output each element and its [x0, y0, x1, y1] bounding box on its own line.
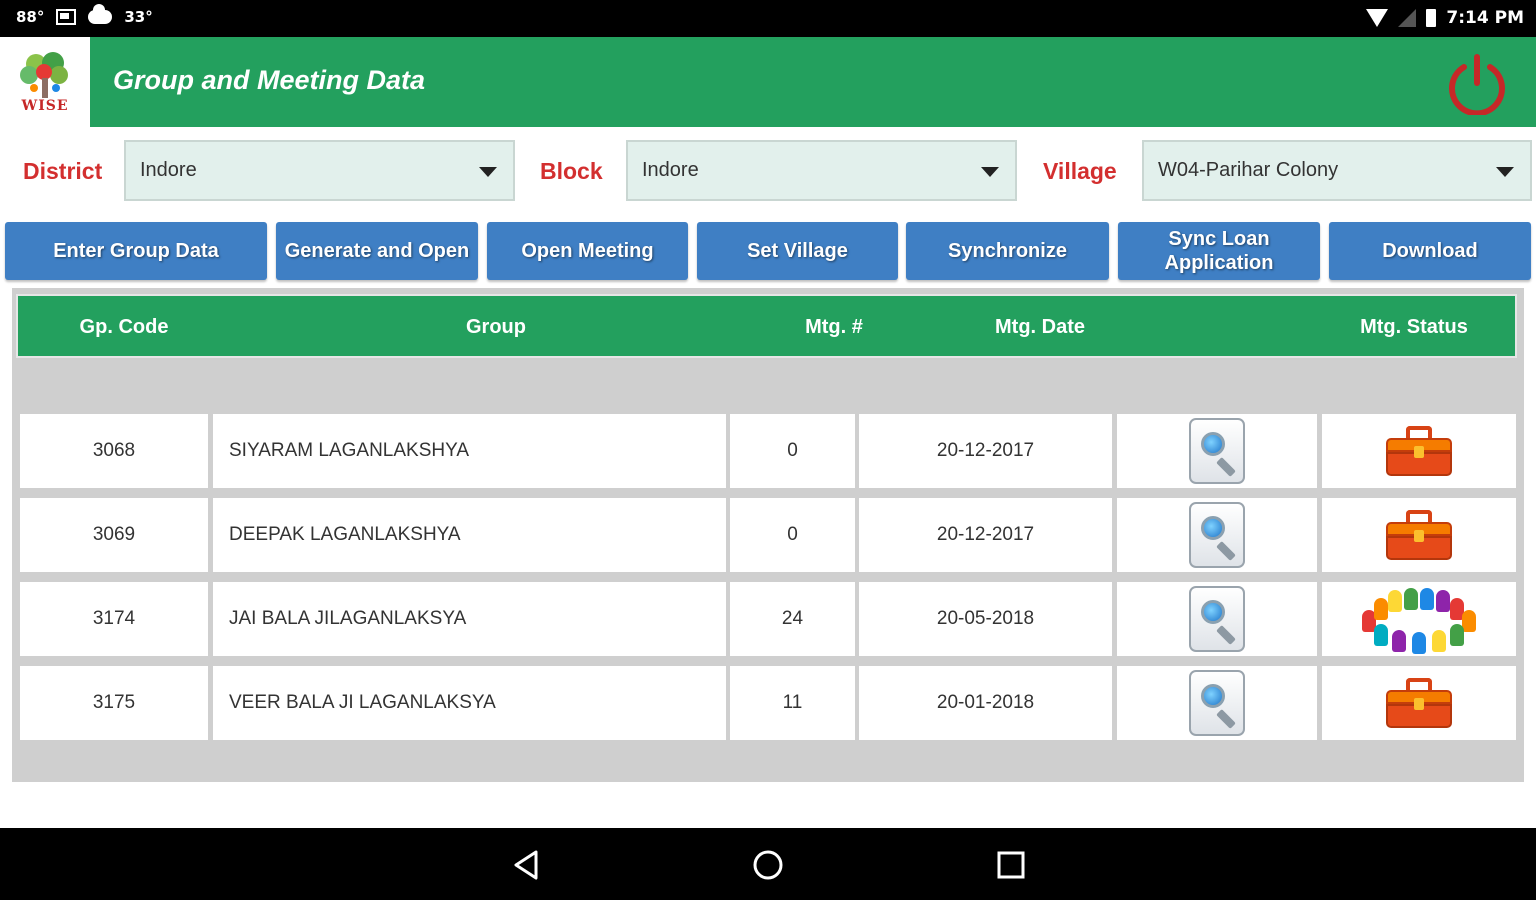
group-name-cell: DEEPAK LAGANLAKSHYA	[213, 498, 726, 572]
status-cell	[1322, 498, 1516, 572]
status-cell	[1322, 414, 1516, 488]
recents-icon[interactable]	[995, 848, 1027, 882]
district-label: District	[23, 158, 103, 184]
status-bar-right: 7:14 PM	[1366, 8, 1524, 28]
power-icon[interactable]	[1446, 53, 1508, 115]
back-icon[interactable]	[510, 848, 544, 882]
set-village-button[interactable]: Set Village	[697, 222, 898, 280]
header-mtg-no: Mtg. #	[805, 316, 863, 338]
group-name-cell: SIYARAM LAGANLAKSHYA	[213, 414, 726, 488]
status-cell	[1322, 666, 1516, 740]
group-name-cell: VEER BALA JI LAGANLAKSYA	[213, 666, 726, 740]
header-mtg-date: Mtg. Date	[995, 316, 1085, 338]
mtg-no-cell: 0	[730, 414, 855, 488]
magnifier-icon[interactable]	[1189, 502, 1245, 568]
table-row[interactable]: 3174 JAI BALA JILAGANLAKSYA 24 20-05-201…	[20, 582, 1516, 660]
clock: 7:14 PM	[1446, 8, 1524, 28]
mtg-no-cell: 11	[730, 666, 855, 740]
mtg-date-cell: 20-05-2018	[859, 582, 1112, 656]
magnifier-icon[interactable]	[1189, 418, 1245, 484]
mtg-date-cell: 20-12-2017	[859, 414, 1112, 488]
weather-temp-text: 33°	[124, 8, 153, 26]
mtg-no-cell: 0	[730, 498, 855, 572]
district-dropdown[interactable]: Indore	[124, 140, 515, 201]
tree-logo-icon	[16, 50, 74, 100]
status-cell	[1322, 582, 1516, 656]
view-cell	[1117, 498, 1317, 572]
village-value: W04-Parihar Colony	[1158, 159, 1339, 181]
view-cell	[1117, 582, 1317, 656]
screenshot-icon	[56, 9, 77, 25]
status-bar: 88° 33° 7:14 PM	[0, 0, 1536, 37]
table-row[interactable]: 3175 VEER BALA JI LAGANLAKSYA 11 20-01-2…	[20, 666, 1516, 744]
chevron-down-icon	[981, 167, 999, 177]
page-title: Group and Meeting Data	[113, 65, 426, 95]
group-table: Gp. Code Group Mtg. # Mtg. Date Mtg. Sta…	[12, 288, 1524, 782]
enter-group-data-button[interactable]: Enter Group Data	[5, 222, 267, 280]
battery-icon	[1426, 9, 1437, 27]
table-row[interactable]: 3069 DEEPAK LAGANLAKSHYA 0 20-12-2017	[20, 498, 1516, 576]
chevron-down-icon	[1496, 167, 1514, 177]
app-bar: WISE Group and Meeting Data	[0, 37, 1536, 127]
download-button[interactable]: Download	[1329, 222, 1531, 280]
magnifier-icon[interactable]	[1189, 670, 1245, 736]
sync-loan-application-button[interactable]: Sync Loan Application	[1118, 222, 1320, 280]
view-cell	[1117, 414, 1317, 488]
people-circle-icon[interactable]	[1354, 586, 1484, 654]
gp-code-cell: 3069	[20, 498, 208, 572]
wifi-icon	[1366, 9, 1389, 27]
toolbox-icon[interactable]	[1386, 510, 1452, 560]
sync-loan-label-line1: Sync Loan	[1168, 228, 1270, 250]
temperature-text: 88°	[16, 8, 45, 26]
sync-loan-label-line2: Application	[1164, 252, 1274, 274]
header-mtg-status: Mtg. Status	[1360, 316, 1468, 338]
table-row[interactable]: 3068 SIYARAM LAGANLAKSHYA 0 20-12-2017	[20, 414, 1516, 492]
mtg-no-cell: 24	[730, 582, 855, 656]
block-value: Indore	[642, 159, 699, 181]
block-label: Block	[540, 158, 603, 184]
district-value: Indore	[140, 159, 197, 181]
header-gp-code: Gp. Code	[79, 316, 169, 338]
status-bar-left: 88° 33°	[16, 4, 153, 26]
village-dropdown[interactable]: W04-Parihar Colony	[1142, 140, 1532, 201]
chevron-down-icon	[479, 167, 497, 177]
synchronize-button[interactable]: Synchronize	[906, 222, 1109, 280]
generate-and-open-button[interactable]: Generate and Open	[276, 222, 478, 280]
cloud-icon	[88, 4, 113, 24]
home-icon[interactable]	[751, 848, 785, 882]
navigation-bar	[0, 828, 1536, 900]
mtg-date-cell: 20-01-2018	[859, 666, 1112, 740]
signal-icon	[1398, 9, 1417, 27]
view-cell	[1117, 666, 1317, 740]
mtg-date-cell: 20-12-2017	[859, 498, 1112, 572]
gp-code-cell: 3068	[20, 414, 208, 488]
toolbox-icon[interactable]	[1386, 678, 1452, 728]
toolbox-icon[interactable]	[1386, 426, 1452, 476]
magnifier-icon[interactable]	[1189, 586, 1245, 652]
header-group: Group	[466, 316, 526, 338]
village-label: Village	[1043, 158, 1117, 184]
group-name-cell: JAI BALA JILAGANLAKSYA	[213, 582, 726, 656]
wise-logo: WISE	[0, 37, 90, 127]
app-window: WISE Group and Meeting Data District Ind…	[0, 37, 1536, 828]
gp-code-cell: 3174	[20, 582, 208, 656]
table-header: Gp. Code Group Mtg. # Mtg. Date Mtg. Sta…	[16, 294, 1517, 358]
logo-text: WISE	[21, 98, 69, 114]
gp-code-cell: 3175	[20, 666, 208, 740]
open-meeting-button[interactable]: Open Meeting	[487, 222, 688, 280]
block-dropdown[interactable]: Indore	[626, 140, 1017, 201]
